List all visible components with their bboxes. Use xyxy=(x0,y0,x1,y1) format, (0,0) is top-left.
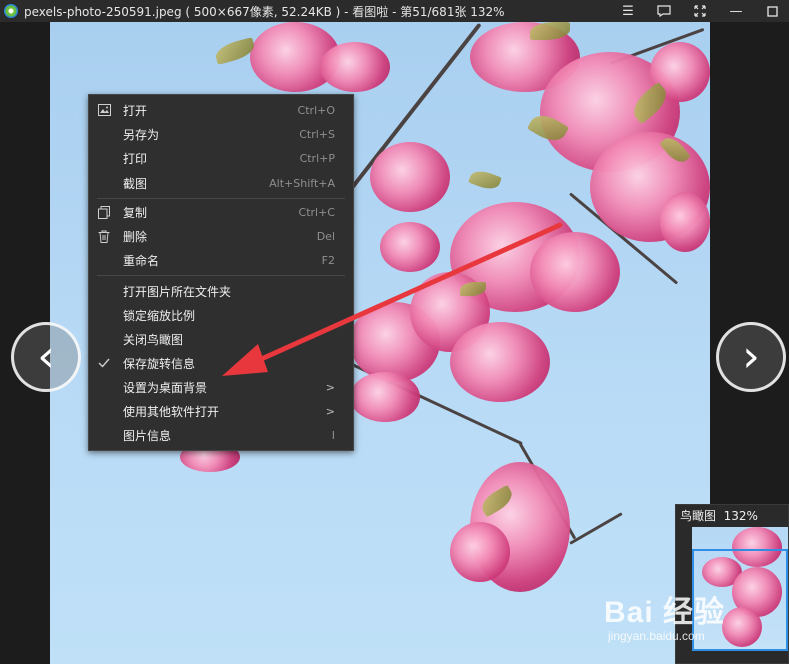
menu-item-image-info[interactable]: 图片信息 I xyxy=(89,424,353,446)
context-menu: 打开 Ctrl+O 另存为 Ctrl+S 打印 Ctrl+P 截图 Alt+Sh… xyxy=(88,94,354,451)
menu-item-save-as[interactable]: 另存为 Ctrl+S xyxy=(89,123,353,145)
menu-item-rename[interactable]: 重命名 F2 xyxy=(89,249,353,271)
chevron-right-icon: > xyxy=(325,380,335,394)
menu-item-save-rotation[interactable]: 保存旋转信息 xyxy=(89,352,353,374)
image-icon xyxy=(97,103,111,117)
navigator-title: 鸟瞰图 132% xyxy=(680,509,758,523)
feedback-icon[interactable] xyxy=(647,0,681,22)
next-image-button[interactable]: › xyxy=(716,322,786,392)
menu-separator xyxy=(97,275,345,276)
watermark-url: jingyan.baidu.com xyxy=(608,629,705,643)
menu-item-open-with[interactable]: 使用其他软件打开 > xyxy=(89,400,353,422)
chevron-right-icon: › xyxy=(742,331,760,382)
checkmark-icon xyxy=(97,356,111,370)
menu-item-lock-zoom[interactable]: 锁定缩放比例 xyxy=(89,304,353,326)
copy-icon xyxy=(97,205,111,219)
window-controls: ☰ — xyxy=(611,0,789,22)
minimize-icon[interactable]: — xyxy=(719,0,753,22)
menu-item-print[interactable]: 打印 Ctrl+P xyxy=(89,147,353,169)
maximize-icon[interactable] xyxy=(755,0,789,22)
menu-item-open-folder[interactable]: 打开图片所在文件夹 xyxy=(89,280,353,302)
menu-item-set-wallpaper[interactable]: 设置为桌面背景 > xyxy=(89,376,353,398)
chevron-left-icon: ‹ xyxy=(37,331,55,382)
baidu-watermark: Bai 经验 jingyan.baidu.com xyxy=(604,587,725,643)
menu-item-open[interactable]: 打开 Ctrl+O xyxy=(89,99,353,121)
menu-item-close-navigator[interactable]: 关闭鸟瞰图 xyxy=(89,328,353,350)
window-title: pexels-photo-250591.jpeg ( 500×667像素, 52… xyxy=(24,4,505,19)
trash-icon xyxy=(97,229,111,243)
menu-item-delete[interactable]: 删除 Del xyxy=(89,225,353,247)
menu-separator xyxy=(97,198,345,199)
fullscreen-icon[interactable] xyxy=(683,0,717,22)
chevron-right-icon: > xyxy=(325,404,335,418)
previous-image-button[interactable]: ‹ xyxy=(11,322,81,392)
menu-item-screenshot[interactable]: 截图 Alt+Shift+A xyxy=(89,172,353,194)
app-logo-icon xyxy=(4,4,18,18)
title-bar: pexels-photo-250591.jpeg ( 500×667像素, 52… xyxy=(0,0,789,22)
menu-icon[interactable]: ☰ xyxy=(611,0,645,22)
watermark-main: Bai 经验 xyxy=(604,596,726,629)
menu-item-copy[interactable]: 复制 Ctrl+C xyxy=(89,201,353,223)
